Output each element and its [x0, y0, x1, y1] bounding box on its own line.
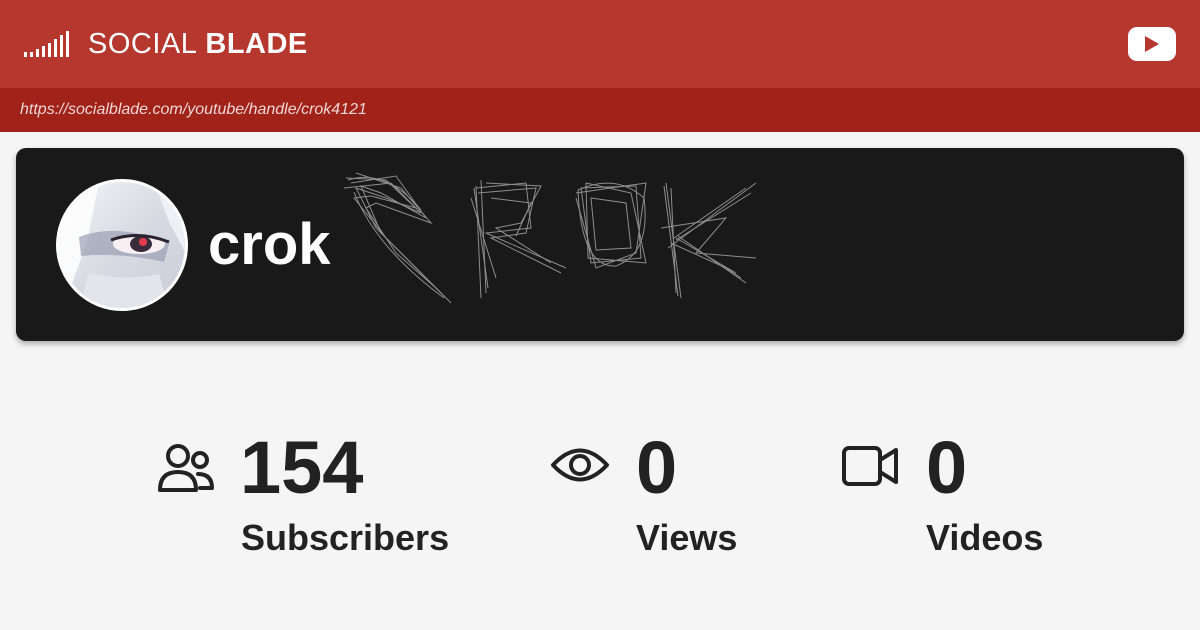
eye-icon — [551, 448, 609, 482]
channel-name: crok — [208, 212, 331, 277]
channel-url[interactable]: https://socialblade.com/youtube/handle/c… — [20, 101, 367, 119]
banner-scribble-lettering — [343, 172, 757, 304]
youtube-icon[interactable] — [1128, 27, 1176, 61]
url-bar: https://socialblade.com/youtube/handle/c… — [0, 88, 1200, 132]
signal-bars-icon — [24, 31, 72, 57]
brand-text-light: SOCIAL — [88, 27, 198, 60]
video-camera-icon — [842, 446, 898, 486]
brand-text-bold: BLADE — [205, 27, 308, 60]
subscribers-label: Subscribers — [241, 517, 450, 558]
channel-avatar[interactable] — [56, 179, 188, 311]
videos-label: Videos — [926, 517, 1044, 558]
channel-banner-card: crok — [16, 148, 1184, 341]
videos-count: 0 — [926, 426, 968, 509]
views-count: 0 — [636, 426, 678, 509]
brand-wordmark: SOCIAL BLADE — [88, 28, 308, 61]
users-icon — [158, 444, 214, 492]
views-label: Views — [636, 517, 738, 558]
social-blade-logo[interactable]: SOCIAL BLADE — [24, 0, 308, 88]
subscribers-count: 154 — [240, 426, 364, 509]
top-header: SOCIAL BLADE — [0, 0, 1200, 88]
